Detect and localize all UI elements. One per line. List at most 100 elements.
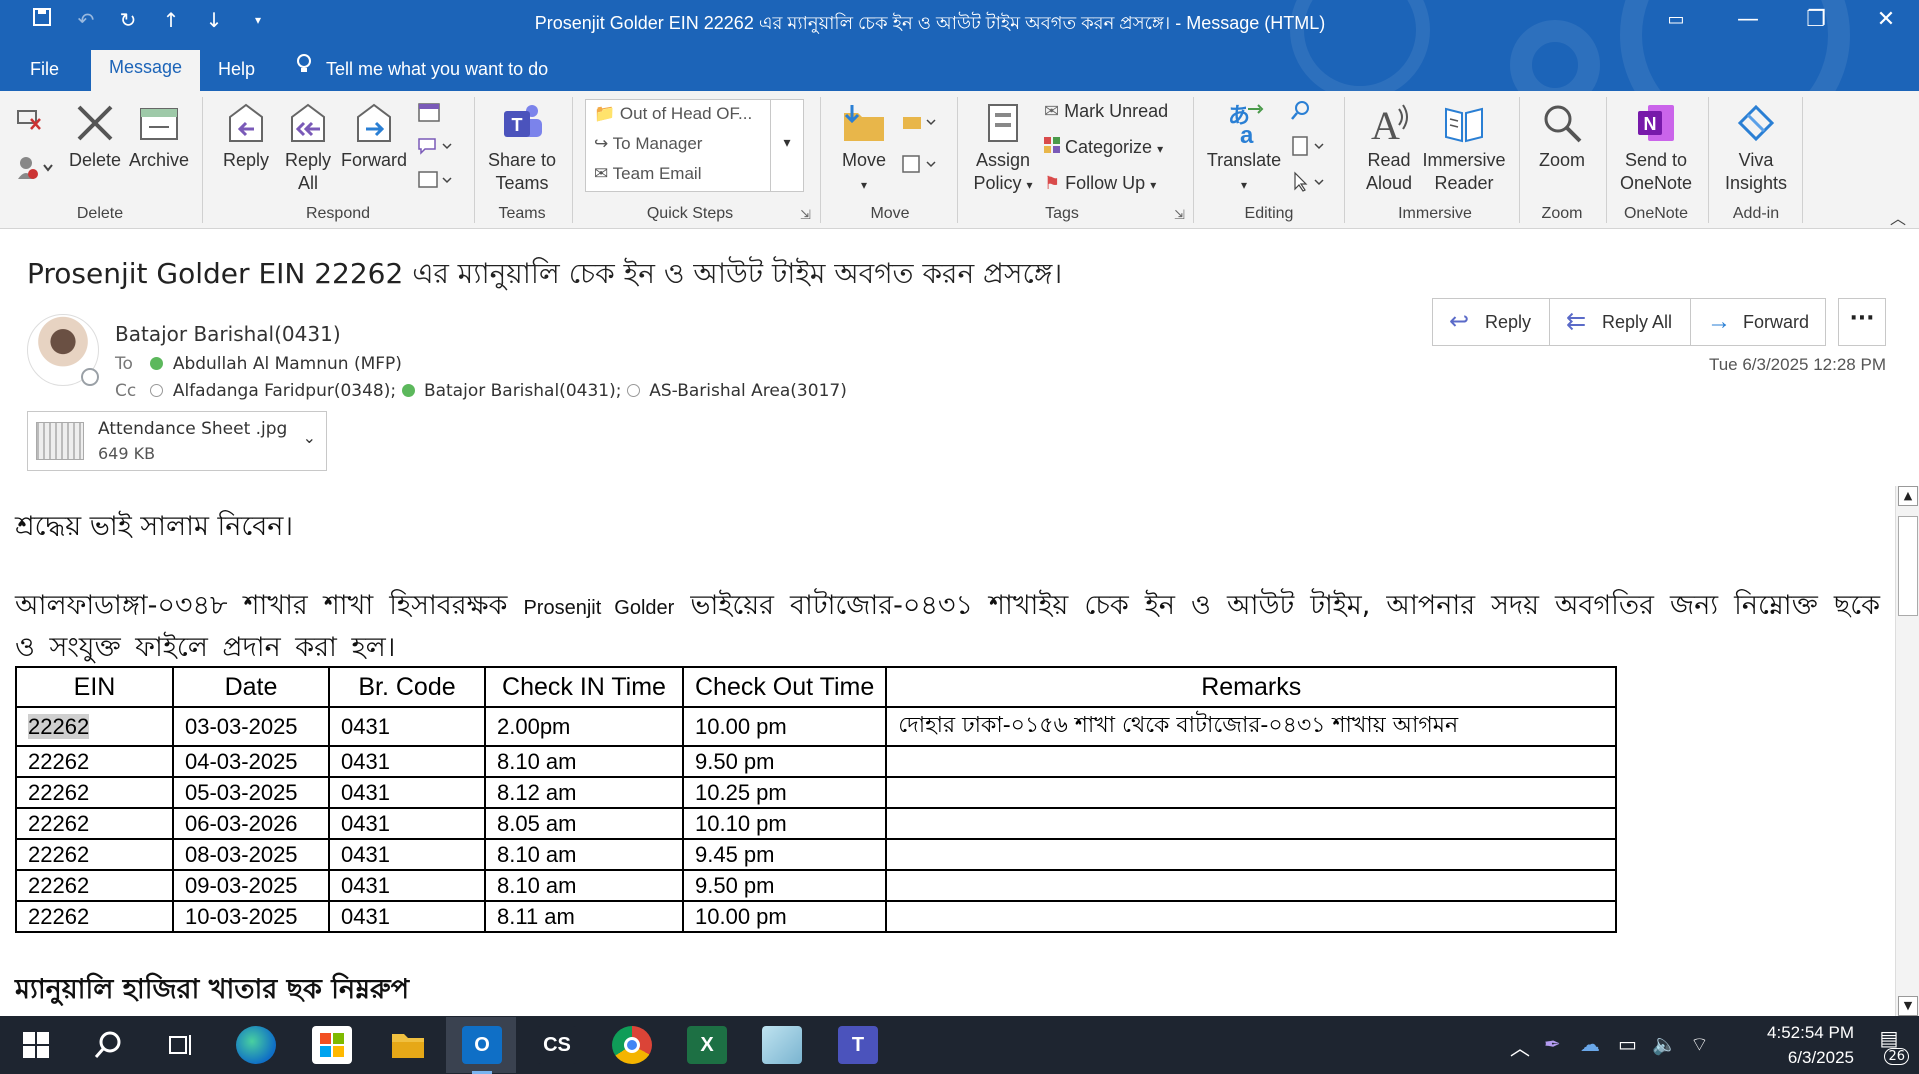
windows-icon[interactable] [16, 1026, 56, 1064]
reply-label: Reply [222, 150, 270, 170]
reply-all-action-button[interactable]: ⇇ Reply All [1549, 298, 1691, 346]
table-cell: 06-03-2026 [172, 807, 330, 840]
follow-up-button[interactable]: ⚑ Follow Up ▾ [1044, 173, 1156, 194]
viva-insights-button[interactable]: Viva Insights [1716, 101, 1796, 195]
table-cell: 0431 [328, 900, 486, 933]
onenote-icon: N [1634, 101, 1678, 145]
delete-button[interactable]: Delete [66, 101, 124, 172]
im-reply-icon[interactable] [414, 135, 458, 163]
table-cell [885, 869, 1618, 902]
junk-icon[interactable] [12, 155, 60, 187]
assign-policy-button[interactable]: Assign Policy ▾ [968, 101, 1038, 197]
customize-icon[interactable]: ▾ [242, 6, 274, 34]
table-cell: 22262 [15, 838, 174, 871]
pen-icon[interactable]: ✒ [1544, 1032, 1561, 1056]
up-arrow-icon[interactable]: ↑ [155, 6, 187, 34]
zoom-button[interactable]: Zoom [1530, 101, 1594, 172]
related-icon[interactable] [1286, 135, 1330, 163]
cc-recipient[interactable]: Alfadanga Faridpur(0348); [173, 381, 396, 401]
group-zoom: Zoom [1541, 205, 1583, 222]
restore-button[interactable]: ❐ [1786, 4, 1846, 36]
wifi-icon[interactable]: ⌔ [1690, 1032, 1709, 1057]
show-hidden-icons-icon[interactable]: ︿ [1510, 1032, 1530, 1061]
notification-center-icon[interactable]: ▤ 26 [1869, 1026, 1909, 1065]
archive-button[interactable]: Archive [128, 101, 190, 172]
table-cell: 10.25 pm [681, 776, 888, 809]
rules-icon[interactable] [898, 111, 942, 139]
reply-action-button[interactable]: ↩ Reply [1432, 298, 1550, 346]
task-view-icon[interactable] [160, 1026, 200, 1064]
table-row: 22262 08-03-2025 0431 8.10 am 9.45 pm [15, 838, 1618, 871]
quick-step-to-manager[interactable]: ↪ To Manager [594, 134, 702, 154]
table-cell: 0431 [328, 706, 486, 747]
clock-time: 4:52:54 PM [1767, 1023, 1854, 1042]
edge-icon[interactable] [236, 1026, 276, 1064]
translate-button[interactable]: あa Translate ▾ [1204, 101, 1284, 197]
read-aloud-button[interactable]: A Read Aloud [1354, 101, 1424, 195]
move-button[interactable]: Move ▾ [832, 101, 896, 197]
more-respond-icon[interactable] [414, 169, 458, 197]
table-cell: 0431 [328, 838, 486, 871]
save-icon[interactable] [26, 6, 58, 34]
tab-message[interactable]: Message [91, 50, 201, 91]
select-icon[interactable] [1286, 171, 1330, 199]
immersive-reader-button[interactable]: Immersive Reader [1418, 101, 1510, 195]
chevron-down-icon[interactable]: ⌄ [303, 428, 316, 447]
battery-icon[interactable]: ▭ [1618, 1032, 1637, 1056]
sender-name[interactable]: Batajor Barishal(0431) [115, 322, 341, 346]
reply-all-button[interactable]: Reply All [278, 101, 338, 195]
quick-step-team-email[interactable]: ✉ Team Email [594, 164, 701, 184]
chrome-icon[interactable] [612, 1026, 652, 1064]
scroll-down-icon[interactable]: ▼ [1898, 996, 1918, 1016]
cc-recipient[interactable]: AS-Barishal Area(3017) [649, 381, 847, 401]
onedrive-icon[interactable]: ☁ [1580, 1032, 1600, 1056]
to-recipient[interactable]: Abdullah Al Mamnun (MFP) [173, 354, 402, 374]
file-explorer-icon[interactable] [388, 1026, 428, 1064]
cc-recipient[interactable]: Batajor Barishal(0431); [424, 381, 622, 401]
close-button[interactable]: ✕ [1856, 4, 1916, 36]
ribbon-display-icon[interactable]: ▭ [1646, 4, 1706, 36]
volume-icon[interactable]: 🔈 [1652, 1032, 1677, 1056]
ignore-icon[interactable] [14, 105, 44, 137]
table-cell: 22262 [15, 900, 174, 933]
share-to-teams-button[interactable]: T Share to Teams [486, 101, 558, 195]
categorize-button[interactable]: Categorize ▾ [1044, 137, 1163, 158]
forward-action-button[interactable]: → Forward [1690, 298, 1826, 346]
send-to-onenote-button[interactable]: N Send to OneNote [1614, 101, 1698, 195]
find-icon[interactable] [1286, 99, 1316, 127]
more-actions-button[interactable]: ··· [1838, 298, 1886, 346]
teams-icon[interactable]: T [838, 1026, 878, 1064]
vertical-scrollbar[interactable]: ▲ ▼ [1895, 486, 1919, 1016]
actions-icon[interactable] [898, 153, 942, 181]
meeting-reply-icon[interactable] [414, 101, 444, 129]
store-icon[interactable] [312, 1026, 352, 1064]
redo-icon[interactable]: ↻ [112, 6, 144, 34]
scroll-up-icon[interactable]: ▲ [1898, 486, 1918, 506]
system-clock[interactable]: 4:52:54 PM 6/3/2025 [1767, 1020, 1854, 1070]
mark-unread-button[interactable]: ✉ Mark Unread [1044, 101, 1168, 122]
undo-icon[interactable]: ↶ [70, 6, 102, 34]
excel-icon[interactable]: X [687, 1026, 727, 1064]
collapse-ribbon-icon[interactable]: ︿ [1890, 205, 1906, 229]
table-cell [885, 745, 1618, 778]
tell-me-search[interactable]: Tell me what you want to do [296, 52, 548, 86]
notepad-icon[interactable] [762, 1026, 802, 1064]
cs-app-icon[interactable]: CS [537, 1026, 577, 1064]
quick-steps-launcher-icon[interactable]: ⇲ [800, 207, 811, 223]
table-cell: 8.10 am [484, 838, 684, 871]
tab-help[interactable]: Help [200, 52, 273, 91]
tags-launcher-icon[interactable]: ⇲ [1174, 207, 1185, 223]
tab-file[interactable]: File [12, 52, 77, 91]
forward-button[interactable]: Forward [340, 101, 408, 172]
down-arrow-icon[interactable]: ↓ [198, 6, 230, 34]
minimize-button[interactable]: — [1718, 4, 1778, 36]
outlook-icon[interactable]: O [462, 1026, 502, 1064]
window-title: Prosenjit Golder EIN 22262 এর ম্যানুয়াল… [534, 13, 1326, 33]
quick-step-out-of-head[interactable]: 📁 Out of Head OF... [594, 104, 752, 124]
search-icon[interactable] [88, 1026, 128, 1064]
attachment-card[interactable]: Attendance Sheet .jpg 649 KB ⌄ [27, 411, 327, 471]
table-cell [885, 838, 1618, 871]
reply-button[interactable]: Reply [216, 101, 276, 172]
quick-steps-more-icon[interactable]: ▾ [770, 99, 804, 192]
scroll-thumb[interactable] [1898, 516, 1918, 616]
